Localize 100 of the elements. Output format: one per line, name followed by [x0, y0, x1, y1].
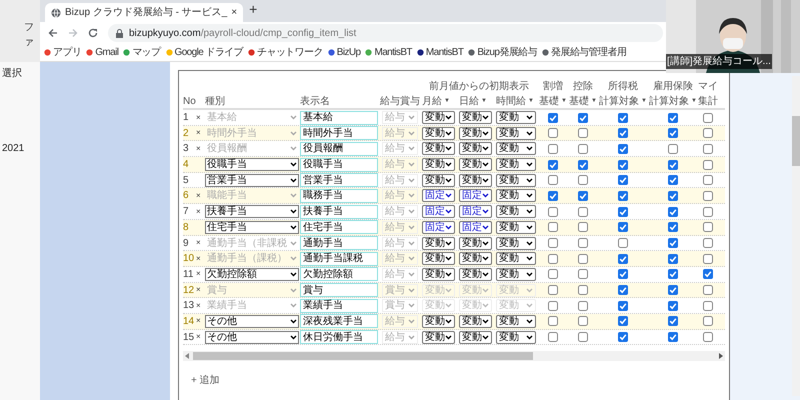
checkbox[interactable] — [548, 206, 558, 217]
checkbox[interactable] — [703, 254, 713, 264]
checkbox[interactable] — [703, 300, 713, 311]
initial-value-select[interactable]: 固定 — [459, 220, 492, 234]
checkbox[interactable] — [703, 316, 713, 326]
close-tab-button[interactable]: × — [231, 5, 238, 20]
initial-value-select[interactable]: 変動 — [422, 126, 455, 140]
delete-button[interactable]: × — [196, 300, 205, 312]
checkbox[interactable] — [668, 206, 678, 217]
back-icon[interactable] — [48, 28, 58, 38]
delete-button[interactable]: × — [196, 112, 205, 124]
display-name-field[interactable]: 扶養手当 — [300, 204, 378, 219]
display-name-field[interactable]: 営業手当 — [300, 173, 378, 188]
initial-value-select[interactable]: 変動 — [422, 268, 455, 281]
initial-value-select[interactable]: 変動 — [422, 252, 455, 266]
type-select[interactable]: 扶養手当 — [205, 205, 299, 218]
type-select[interactable]: 住宅手当 — [205, 220, 299, 234]
delete-button[interactable]: × — [196, 315, 205, 328]
checkbox[interactable] — [668, 175, 678, 186]
initial-value-select[interactable]: 変動 — [459, 142, 492, 156]
checkbox[interactable] — [578, 332, 588, 342]
bookmark[interactable]: Google ドライブ — [166, 45, 243, 60]
initial-value-select[interactable]: 変動 — [422, 142, 455, 156]
initial-value-select[interactable]: 変動 — [496, 205, 536, 218]
bookmark[interactable]: マップ — [123, 45, 161, 60]
bookmark[interactable]: アプリ — [44, 45, 82, 60]
checkbox[interactable] — [703, 144, 713, 154]
checkbox[interactable] — [668, 238, 678, 248]
initial-value-select[interactable]: 変動 — [422, 174, 455, 187]
type-select[interactable]: その他 — [205, 314, 299, 328]
checkbox[interactable] — [618, 175, 628, 186]
checkbox[interactable] — [548, 222, 558, 232]
initial-value-select[interactable]: 変動 — [459, 174, 492, 187]
initial-value-select[interactable]: 変動 — [459, 330, 492, 344]
initial-value-select[interactable]: 変動 — [496, 142, 536, 156]
scroll-right-icon[interactable] — [719, 353, 723, 360]
initial-value-select[interactable]: 変動 — [496, 126, 536, 140]
bookmark[interactable]: MantisBT — [365, 45, 412, 60]
checkbox[interactable] — [668, 144, 678, 154]
display-name-field[interactable]: 通勤手当課税 — [300, 252, 378, 266]
checkbox[interactable] — [668, 316, 678, 326]
checkbox[interactable] — [548, 254, 558, 264]
display-name-field[interactable]: 時間外手当 — [300, 126, 378, 140]
checkbox[interactable] — [618, 269, 628, 280]
type-select[interactable]: 営業手当 — [205, 174, 299, 187]
initial-value-select[interactable]: 固定 — [459, 205, 492, 218]
browser-tab[interactable]: Bizup クラウド発展給与 - サービス_ × — [45, 3, 244, 22]
initial-value-select[interactable]: 固定 — [422, 189, 455, 202]
checkbox[interactable] — [548, 128, 558, 138]
initial-value-select[interactable]: 変動 — [422, 236, 455, 250]
initial-value-select[interactable]: 変動 — [496, 268, 536, 281]
checkbox[interactable] — [703, 206, 713, 217]
checkbox[interactable] — [618, 160, 628, 170]
initial-value-select[interactable]: 変動 — [496, 111, 536, 124]
checkbox[interactable] — [578, 112, 588, 122]
checkbox[interactable] — [578, 300, 588, 311]
address-bar[interactable]: bizupkyuyo.com/payroll-cloud/cmp_config_item_list — [108, 24, 663, 42]
reload-icon[interactable] — [88, 28, 98, 38]
delete-button[interactable]: × — [196, 268, 205, 280]
delete-button[interactable]: × — [196, 331, 205, 344]
initial-value-select[interactable]: 変動 — [496, 252, 536, 266]
checkbox[interactable] — [578, 190, 588, 201]
delete-button[interactable]: × — [196, 252, 205, 265]
bookmark[interactable]: チャットワーク — [248, 45, 323, 60]
initial-value-select[interactable]: 変動 — [459, 252, 492, 266]
display-name-field[interactable]: 役職手当 — [300, 158, 378, 172]
checkbox[interactable] — [548, 144, 558, 154]
checkbox[interactable] — [618, 300, 628, 311]
checkbox[interactable] — [618, 206, 628, 217]
checkbox[interactable] — [668, 332, 678, 342]
initial-value-select[interactable]: 変動 — [422, 158, 455, 172]
checkbox[interactable] — [548, 238, 558, 248]
display-name-field[interactable]: 通勤手当 — [300, 236, 378, 250]
initial-value-select[interactable]: 変動 — [459, 111, 492, 124]
delete-button[interactable]: × — [196, 127, 205, 140]
display-name-field[interactable]: 欠勤控除額 — [300, 267, 378, 282]
initial-value-select[interactable]: 変動 — [496, 189, 536, 202]
checkbox[interactable] — [668, 269, 678, 280]
bookmark[interactable]: Gmail — [86, 45, 118, 60]
initial-value-select[interactable]: 変動 — [496, 236, 536, 250]
checkbox[interactable] — [578, 128, 588, 138]
delete-button[interactable]: × — [196, 237, 205, 249]
initial-value-select[interactable]: 変動 — [496, 174, 536, 187]
checkbox[interactable] — [618, 316, 628, 326]
checkbox[interactable] — [618, 222, 628, 232]
display-name-field[interactable]: 賞与 — [300, 283, 378, 298]
display-name-field[interactable]: 深夜残業手当 — [300, 314, 378, 328]
checkbox[interactable] — [618, 144, 628, 154]
checkbox[interactable] — [548, 112, 558, 122]
checkbox[interactable] — [578, 175, 588, 186]
checkbox[interactable] — [578, 206, 588, 217]
delete-button[interactable]: × — [196, 142, 205, 155]
checkbox[interactable] — [578, 285, 588, 296]
checkbox[interactable] — [703, 128, 713, 138]
display-name-field[interactable]: 役員報酬 — [300, 142, 378, 156]
checkbox[interactable] — [618, 332, 628, 342]
initial-value-select[interactable]: 固定 — [422, 205, 455, 218]
checkbox[interactable] — [578, 238, 588, 248]
display-name-field[interactable]: 業績手当 — [300, 298, 378, 313]
checkbox[interactable] — [548, 300, 558, 311]
